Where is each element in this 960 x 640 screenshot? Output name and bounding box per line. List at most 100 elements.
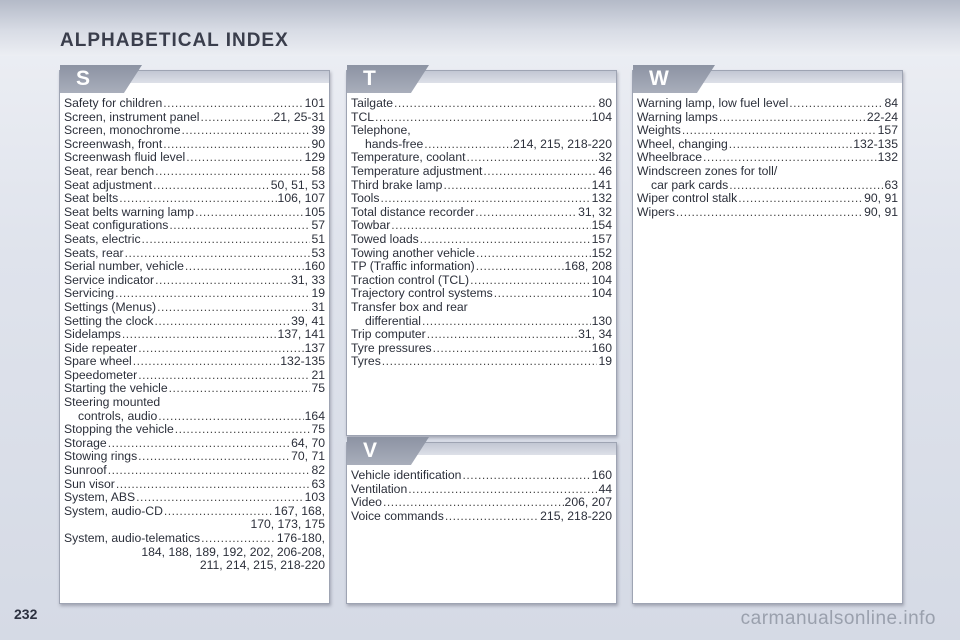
index-entry[interactable]: Screenwash, front 90 [64,137,325,152]
index-entry[interactable]: Seat, rear bench 58 [64,164,325,179]
index-entry[interactable]: Wiper control stalk 90, 91 [637,192,898,206]
index-entry[interactable]: Trip computer 31, 34 [351,327,612,342]
entry-pages: 104 [591,286,612,301]
entry-continuation: 184, 188, 189, 192, 202, 206-208, [141,544,325,559]
index-entry[interactable]: Tailgate 80 [351,96,612,111]
index-entry[interactable]: Seat adjustment 50, 51, 53 [64,178,325,193]
index-entry[interactable]: Screen, monochrome 39 [64,124,325,138]
section-t-panel: T Tailgate 80 TCL 104 Telephone, hands-free… [346,65,617,436]
index-entry[interactable]: TP (Traffic information) 168, 208 [351,260,612,274]
entry-pages: 157 [877,123,898,138]
leader-dots [476,247,591,261]
index-entry[interactable]: Tools 132 [351,192,612,206]
index-entry[interactable]: Vehicle identification 160 [351,468,612,483]
entry-head: Steering mounted [64,395,161,410]
entry-name: Tyres [351,354,381,369]
entry-pages: 154 [591,218,612,233]
leader-dots [169,382,311,396]
index-entry[interactable]: Side repeater 137 [64,341,325,356]
entry-pages: 132 [591,191,612,206]
index-entry[interactable]: Screenwash fluid level 129 [64,151,325,165]
index-entry[interactable]: Servicing 19 [64,287,325,301]
index-entry[interactable]: Traction control (TCL) 104 [351,273,612,288]
leader-dots [394,97,597,111]
index-entry[interactable]: Stowing rings 70, 71 [64,450,325,464]
index-entry[interactable]: Seat configurations 57 [64,219,325,233]
leader-dots [201,111,273,125]
entry-pages: 57 [311,218,325,233]
index-entry[interactable]: System, audio-CD 167, 168, [64,504,325,519]
index-entry[interactable]: Seats, rear 53 [64,246,325,261]
index-entry[interactable]: Third brake lamp 141 [351,178,612,193]
index-entry[interactable]: Speedometer 21 [64,368,325,383]
index-entry[interactable]: Wheel, changing 132-135 [637,136,898,152]
index-entry[interactable]: differential130 [351,314,612,329]
entry-pages: 132-135 [853,136,898,151]
index-entry[interactable]: Wheelbrace 132 [637,151,898,165]
leader-dots [157,301,310,315]
leader-dots [470,274,591,288]
leader-dots [164,505,273,519]
index-entry[interactable]: Temperature adjustment 46 [351,164,612,179]
section-letter: S [76,67,91,90]
index-entry[interactable]: Sun visor 63 [64,477,325,492]
index-entry[interactable]: Trajectory control systems 104 [351,287,612,301]
index-entry[interactable]: Seat belts 106, 107 [64,192,325,206]
index-entry[interactable]: Spare wheel 132-135 [64,355,325,369]
index-entry[interactable]: Warning lamp, low fuel level 84 [637,96,898,111]
entry-pages: 90, 91 [864,191,898,206]
index-entry[interactable]: Seat belts warning lamp 105 [64,204,325,220]
index-entry[interactable]: Total distance recorder 31, 32 [351,205,612,220]
index-entry[interactable]: Sidelamps 137, 141 [64,327,325,342]
index-entry[interactable]: Towing another vehicle 152 [351,246,612,261]
entry-name: Warning lamp, low fuel level [637,96,789,110]
entry-pages: 44 [598,481,612,496]
index-entry[interactable]: Warning lamps 22-24 [637,110,898,125]
index-entry[interactable]: TCL 104 [351,110,612,125]
index-entry[interactable]: Wipers 90, 91 [637,205,898,220]
index-entry[interactable]: Safety for children 101 [64,96,325,111]
index-entry[interactable]: Ventilation 44 [351,481,612,497]
entry-name: Service indicator [64,272,155,287]
leader-dots [729,138,852,152]
index-entry[interactable]: Voice commands 215, 218-220 [351,509,612,524]
index-entry[interactable]: Serial number, vehicle 160 [64,260,325,274]
entry-name: Seat belts warning lamp [64,204,195,219]
index-entry[interactable]: Setting the clock 39, 41 [64,314,325,329]
leader-dots [138,369,310,383]
index-entry[interactable]: Temperature, coolant 32 [351,151,612,165]
index-entry[interactable]: Settings (Menus) 31 [64,300,325,315]
leader-dots [155,274,290,288]
entry-pages: 39 [311,123,325,138]
index-entry[interactable]: Screen, instrument panel 21, 25-31 [64,110,325,125]
leader-dots [119,192,276,206]
index-entry[interactable]: System, ABS 103 [64,491,325,505]
index-entry[interactable]: Sunroof 82 [64,463,325,478]
leader-dots [676,206,863,220]
index-entry[interactable]: controls, audio164 [64,409,325,424]
index-entry[interactable]: Towbar 154 [351,219,612,233]
index-entry[interactable]: Tyres 19 [351,355,612,369]
index-entry[interactable]: Service indicator 31, 33 [64,272,325,288]
entry-name: Stopping the vehicle [64,422,174,437]
index-entry[interactable]: Seats, electric 51 [64,232,325,247]
entry-name: Screen, monochrome [64,123,181,138]
index-entry[interactable]: Starting the vehicle 75 [64,382,325,396]
leader-dots [443,179,590,193]
index-entry[interactable]: Towed loads 157 [351,232,612,247]
leader-dots [182,124,311,138]
index-entry[interactable]: Storage 64, 70 [64,436,325,451]
index-entry[interactable]: hands-free214, 215, 218-220 [351,137,612,152]
leader-dots [142,233,311,247]
entry-pages: 132-135 [280,354,325,369]
section-letter: W [649,67,669,90]
entry-name: Towbar [351,218,391,233]
index-entry[interactable]: Video 206, 207 [351,496,612,510]
index-entry[interactable]: Weights 157 [637,124,898,138]
index-entry[interactable]: car park cards63 [637,178,898,193]
index-entry[interactable]: System, audio-telematics176-180, [64,531,325,546]
index-entry[interactable]: Tyre pressures 160 [351,341,612,356]
index-entry[interactable]: Stopping the vehicle 75 [64,423,325,437]
leader-dots [154,315,290,329]
entry-head: Telephone, [351,123,411,138]
